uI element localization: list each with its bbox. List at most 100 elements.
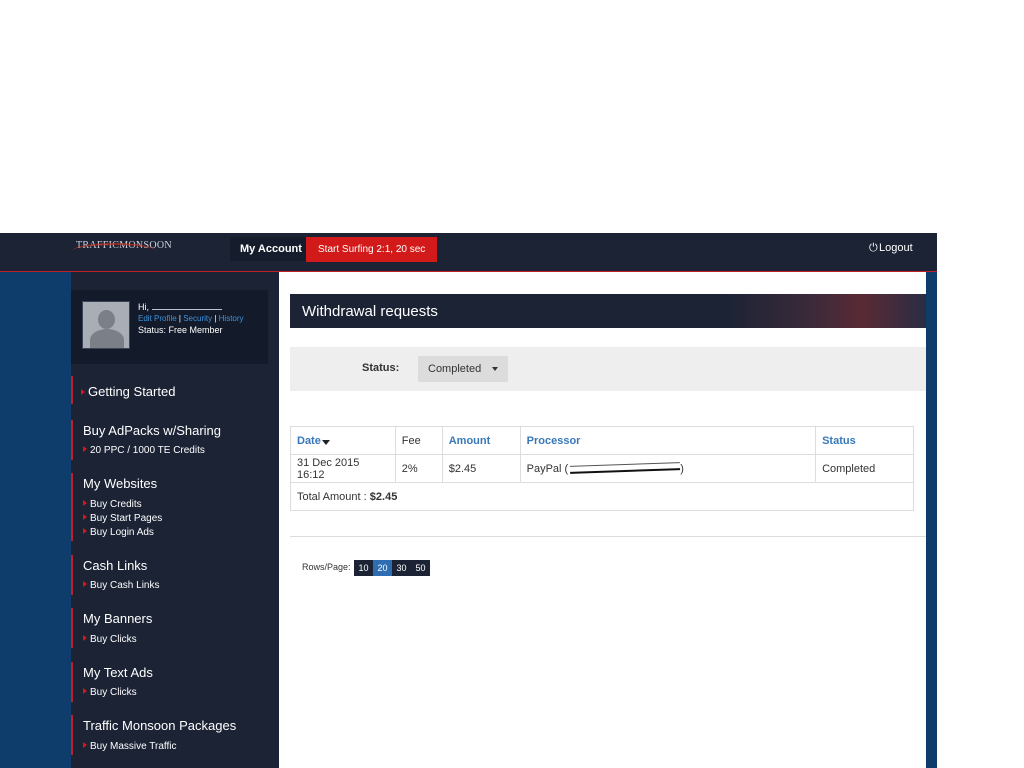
- avatar-body: [90, 329, 124, 348]
- rows-option-20[interactable]: 20: [373, 560, 392, 576]
- nav-my-account[interactable]: My Account: [230, 237, 312, 261]
- sidebar-item-getting-started[interactable]: Getting Started: [81, 384, 175, 399]
- right-page-frame: [926, 272, 937, 768]
- sidebar-subitem-buy-credits[interactable]: Buy Credits: [83, 499, 142, 510]
- page-header-banner: Withdrawal requests: [290, 294, 926, 328]
- sidebar-section-my-websites: My Websites Buy Credits Buy Start Pages …: [71, 473, 279, 541]
- status-filter-value: Completed: [428, 363, 482, 375]
- subitem-label: 20 PPC / 1000 TE Credits: [90, 445, 205, 456]
- sidebar: Hi, Edit Profile | Security | History St…: [71, 272, 279, 768]
- subitem-label: Buy Clicks: [90, 634, 137, 645]
- section-accent-bar: [71, 555, 73, 595]
- table-row: 31 Dec 2015 16:12 2% $2.45 PayPal () Com…: [290, 454, 914, 483]
- table-header-row: Date Fee Amount Processor Status: [290, 426, 914, 455]
- profile-card: Hi, Edit Profile | Security | History St…: [71, 290, 268, 364]
- total-amount-cell: Total Amount : $2.45: [290, 482, 914, 511]
- profile-links: Edit Profile | Security | History: [138, 314, 244, 323]
- site-logo[interactable]: TRAFFICMONSOON: [72, 240, 172, 251]
- arrow-right-icon: [83, 500, 87, 506]
- top-navbar: TRAFFICMONSOON My Account Start Surfing …: [0, 233, 937, 272]
- subitem-label: Buy Massive Traffic: [90, 741, 177, 752]
- status-filter-bar: Status: Completed: [290, 347, 926, 391]
- column-header-date[interactable]: Date: [290, 426, 396, 455]
- withdrawals-table: Date Fee Amount Processor Status 31 Dec …: [290, 426, 914, 511]
- sidebar-subitem-buy-start-pages[interactable]: Buy Start Pages: [83, 513, 162, 524]
- rows-option-10[interactable]: 10: [354, 560, 373, 576]
- arrow-right-icon: [83, 581, 87, 587]
- redacted-email: [570, 461, 681, 474]
- member-status: Status: Free Member: [138, 325, 223, 335]
- subitem-label: Buy Login Ads: [90, 527, 154, 538]
- column-header-status[interactable]: Status: [815, 426, 914, 455]
- header-label: Date: [297, 434, 321, 447]
- cell-date: 31 Dec 2015 16:12: [290, 454, 396, 483]
- table-total-row: Total Amount : $2.45: [290, 482, 914, 511]
- cell-status: Completed: [815, 454, 914, 483]
- rows-per-page-options: 10 20 30 50: [354, 560, 430, 576]
- sidebar-item-my-text-ads[interactable]: My Text Ads: [83, 665, 153, 680]
- arrow-right-icon: [83, 446, 87, 452]
- sidebar-item-my-banners[interactable]: My Banners: [83, 611, 152, 626]
- greeting-text: Hi,: [138, 302, 149, 312]
- sidebar-subitem-buy-login-ads[interactable]: Buy Login Ads: [83, 527, 154, 538]
- sidebar-item-my-websites[interactable]: My Websites: [83, 476, 157, 491]
- status-filter-dropdown[interactable]: Completed: [418, 356, 508, 382]
- greeting: Hi,: [138, 302, 222, 312]
- content-divider: [290, 536, 926, 537]
- left-page-frame: [0, 272, 71, 768]
- main-content: Withdrawal requests Status: Completed Da…: [279, 272, 926, 768]
- sidebar-subitem-buy-massive-traffic[interactable]: Buy Massive Traffic: [83, 741, 177, 752]
- section-accent-bar: [71, 473, 73, 541]
- section-accent-bar: [71, 420, 73, 460]
- edit-profile-link[interactable]: Edit Profile: [138, 314, 177, 323]
- section-accent-bar: [71, 715, 73, 755]
- column-header-fee: Fee: [394, 426, 443, 455]
- sidebar-section-adpacks: Buy AdPacks w/Sharing 20 PPC / 1000 TE C…: [71, 420, 279, 460]
- sidebar-section-getting-started: Getting Started: [71, 376, 279, 404]
- arrow-right-icon: [83, 688, 87, 694]
- nav-start-surfing[interactable]: Start Surfing 2:1, 20 sec: [306, 237, 438, 262]
- arrow-right-icon: [83, 514, 87, 520]
- redacted-username: [151, 304, 222, 310]
- rows-per-page-label: Rows/Page:: [302, 562, 351, 572]
- logout-label: Logout: [879, 242, 913, 254]
- sidebar-subitem-buy-cash-links[interactable]: Buy Cash Links: [83, 580, 159, 591]
- total-label: Total Amount :: [297, 490, 367, 503]
- column-header-processor[interactable]: Processor: [519, 426, 817, 455]
- arrow-right-icon: [81, 389, 85, 395]
- sidebar-subitem-buy-text-ad-clicks[interactable]: Buy Clicks: [83, 687, 137, 698]
- subitem-label: Buy Start Pages: [90, 513, 163, 524]
- cell-processor: PayPal (): [519, 454, 817, 483]
- subitem-label: Buy Credits: [90, 499, 142, 510]
- sidebar-section-my-banners: My Banners Buy Clicks: [71, 608, 279, 648]
- sidebar-item-traffic-monsoon-packages[interactable]: Traffic Monsoon Packages: [83, 718, 236, 733]
- section-title: Getting Started: [88, 384, 176, 399]
- processor-close: ): [680, 462, 684, 475]
- logout-link[interactable]: ⏻Logout: [869, 242, 913, 255]
- sort-desc-icon: [321, 439, 330, 445]
- total-value: $2.45: [369, 490, 398, 503]
- section-accent-bar: [71, 608, 73, 648]
- rows-option-30[interactable]: 30: [392, 560, 411, 576]
- page-title: Withdrawal requests: [302, 303, 438, 320]
- avatar-head: [98, 310, 115, 329]
- sidebar-section-my-text-ads: My Text Ads Buy Clicks: [71, 662, 279, 702]
- arrow-right-icon: [83, 742, 87, 748]
- sidebar-item-buy-adpacks[interactable]: Buy AdPacks w/Sharing: [83, 423, 221, 438]
- column-header-amount[interactable]: Amount: [441, 426, 521, 455]
- cell-fee: 2%: [394, 454, 443, 483]
- history-link[interactable]: History: [219, 314, 244, 323]
- processor-name: PayPal (: [526, 462, 569, 475]
- sidebar-subitem-adpack-credits[interactable]: 20 PPC / 1000 TE Credits: [83, 445, 205, 456]
- section-accent-bar: [71, 376, 73, 404]
- rows-option-50[interactable]: 50: [411, 560, 430, 576]
- sidebar-subitem-buy-banner-clicks[interactable]: Buy Clicks: [83, 634, 137, 645]
- sidebar-item-cash-links[interactable]: Cash Links: [83, 558, 147, 573]
- security-link[interactable]: Security: [183, 314, 212, 323]
- sidebar-section-cash-links: Cash Links Buy Cash Links: [71, 555, 279, 595]
- subitem-label: Buy Clicks: [90, 687, 137, 698]
- arrow-right-icon: [83, 528, 87, 534]
- section-accent-bar: [71, 662, 73, 702]
- caret-down-icon: [492, 367, 498, 371]
- sidebar-section-packages: Traffic Monsoon Packages Buy Massive Tra…: [71, 715, 279, 755]
